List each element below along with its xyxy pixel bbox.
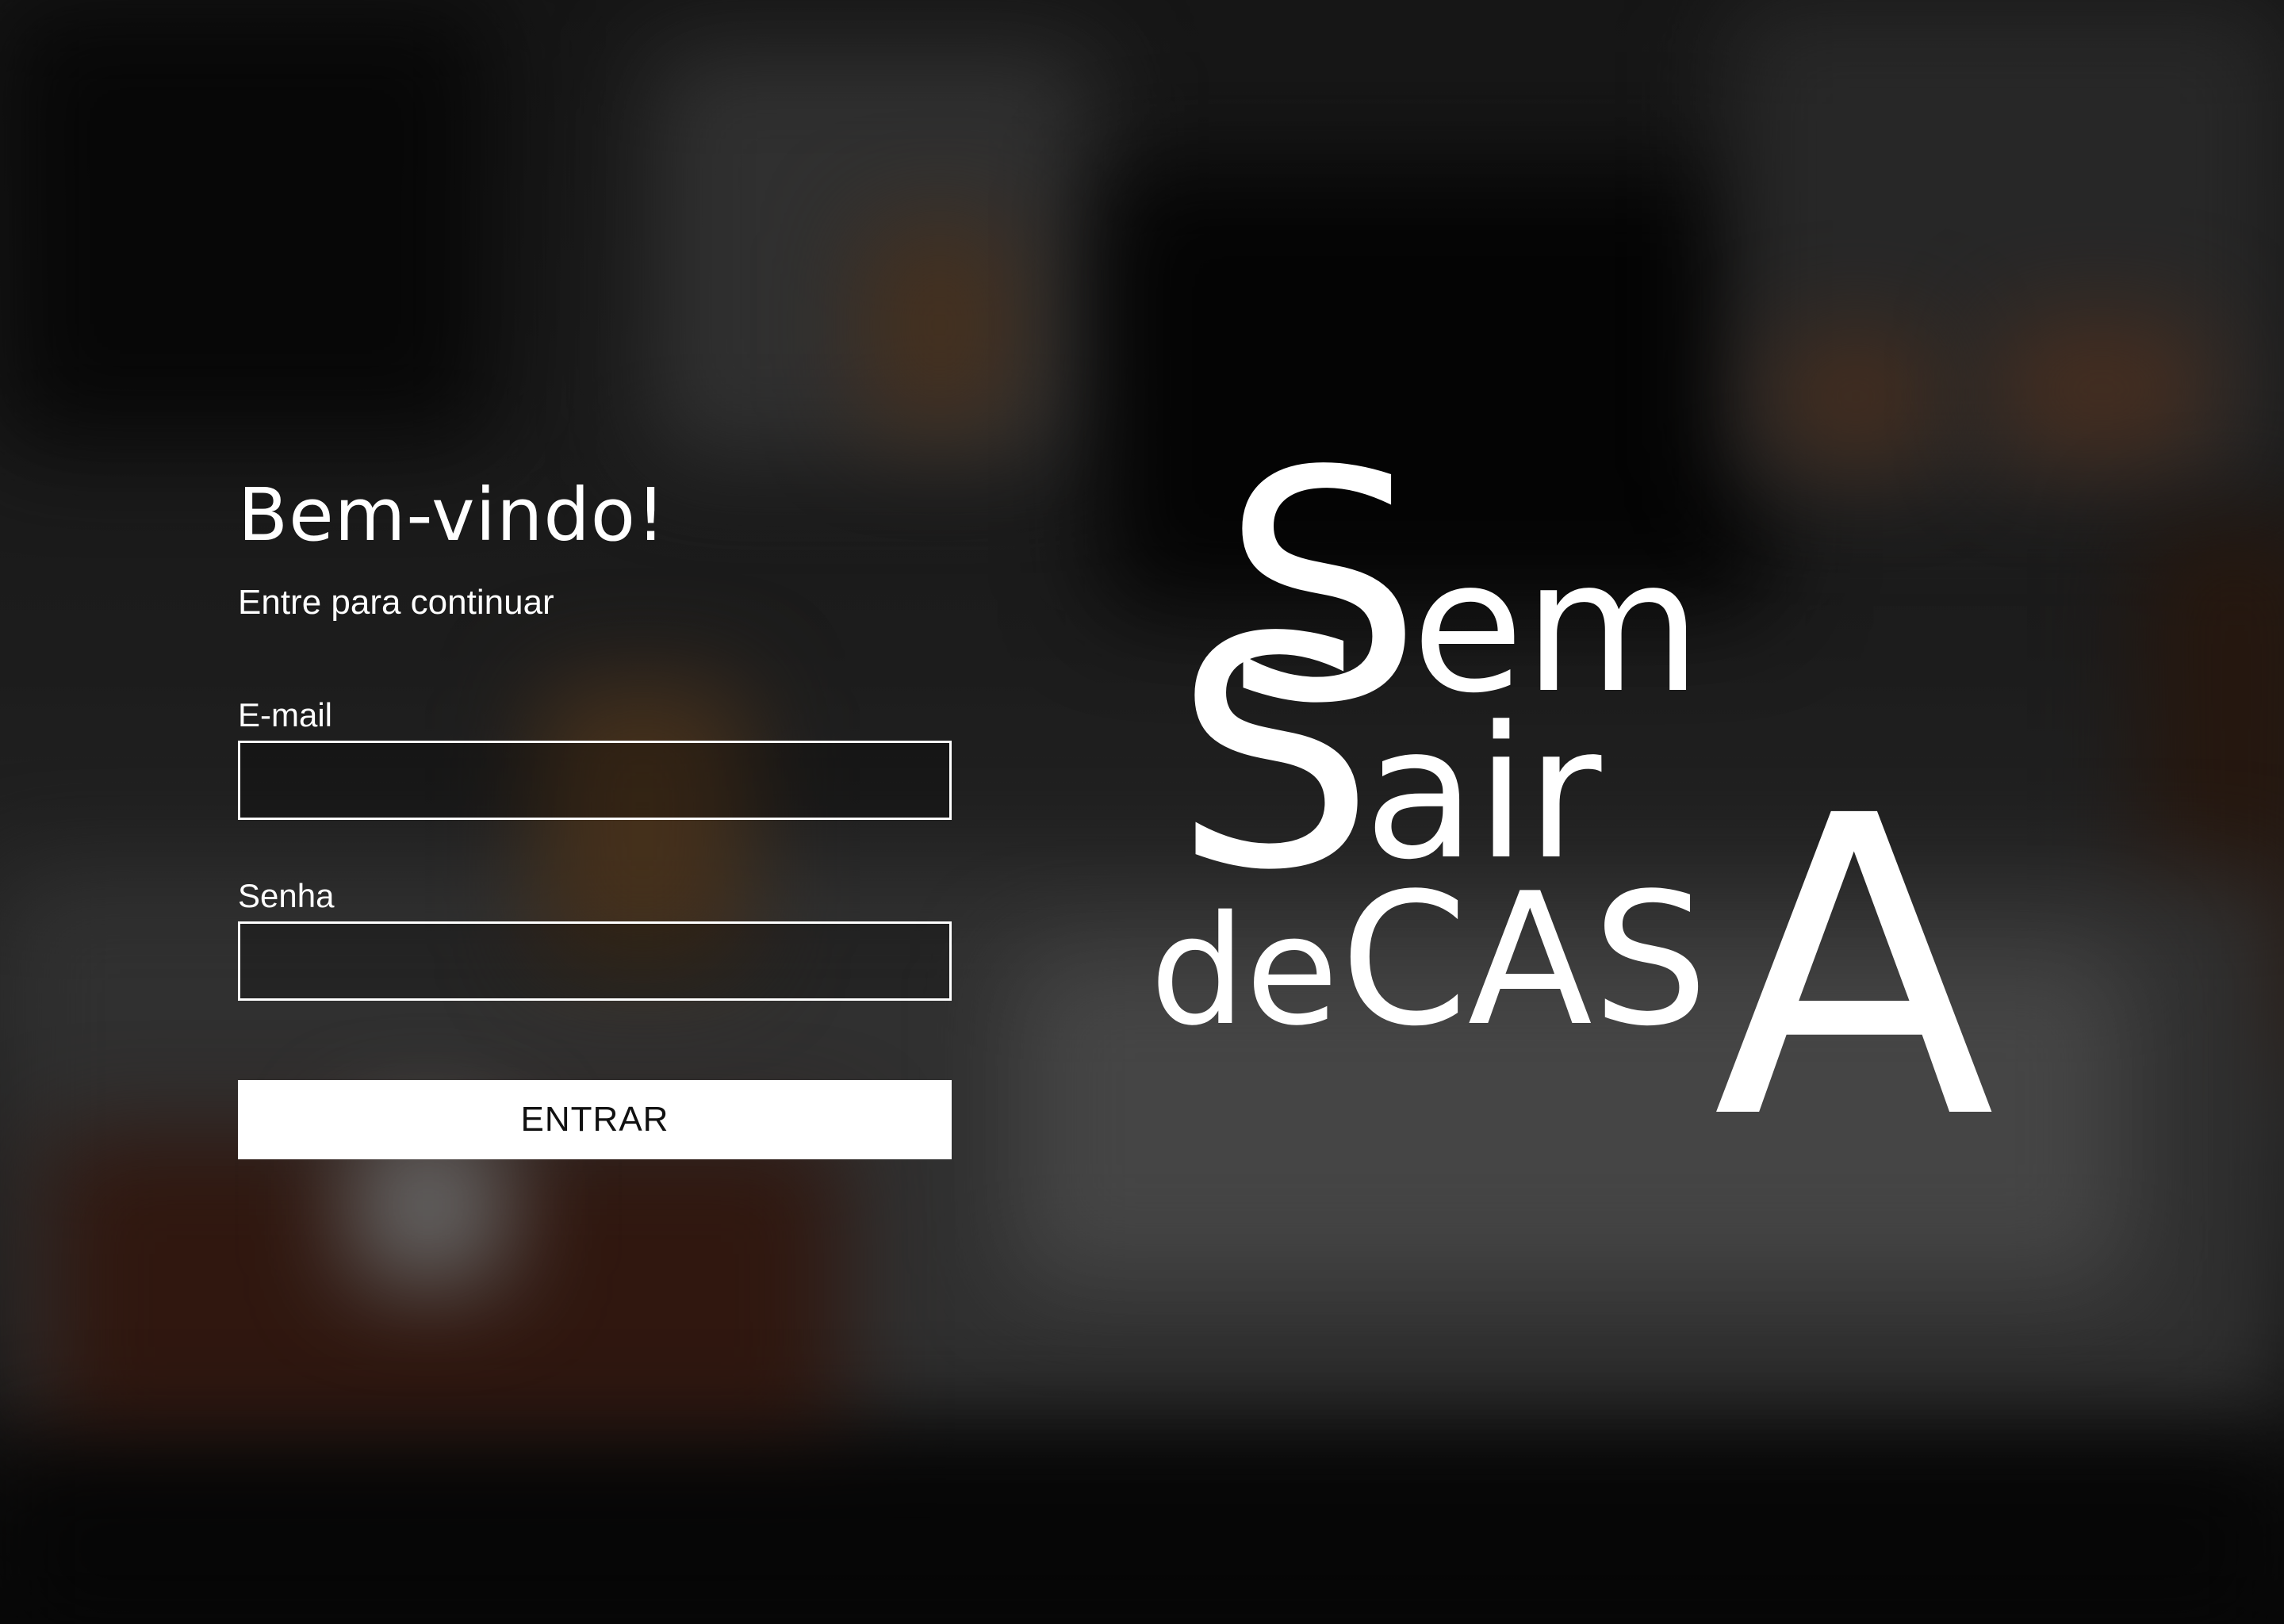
brand-logo: S em S air de CAS A <box>1142 404 2062 1209</box>
logo-text-de: de <box>1150 883 1339 1059</box>
logo-wordmark: S em S air de CAS A <box>1150 404 1997 1209</box>
submit-button[interactable]: ENTRAR <box>238 1080 952 1159</box>
password-input[interactable] <box>238 921 952 1001</box>
welcome-subtitle: Entre para continuar <box>238 583 554 622</box>
login-form: Bem-vindo! Entre para continuar E-mail S… <box>238 468 952 1159</box>
email-input[interactable] <box>238 741 952 820</box>
welcome-title: Bem-vindo! <box>238 473 666 557</box>
logo-big-a: A <box>1713 729 1997 1209</box>
email-label: E-mail <box>238 696 333 733</box>
password-label: Senha <box>238 877 335 914</box>
login-page: Bem-vindo! Entre para continuar E-mail S… <box>0 0 2284 1624</box>
logo-text-cas: CAS <box>1340 855 1708 1067</box>
